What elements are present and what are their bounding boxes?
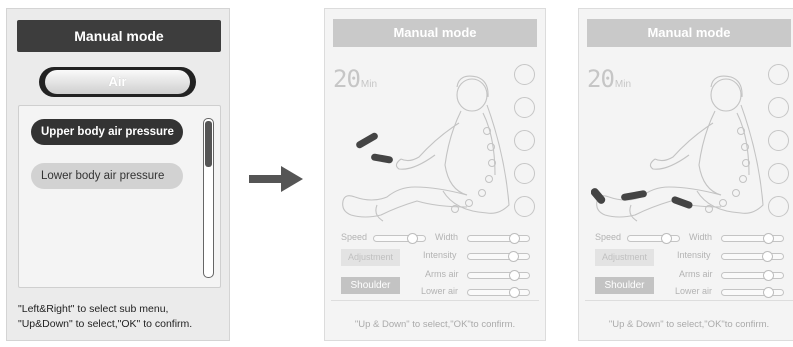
lower-air-slider[interactable]: [467, 287, 530, 298]
menu-panel: Manual mode Air Upper body air pressure …: [6, 8, 230, 341]
speed-slider[interactable]: [373, 233, 426, 244]
active-massage-zone: [671, 196, 693, 209]
arms-air-slider[interactable]: [721, 270, 784, 281]
screen-lower-body: Manual mode 20Min Speed Width Adjustment…: [578, 8, 793, 341]
body-figure-icon: [342, 75, 510, 222]
scrollbar-thumb[interactable]: [205, 121, 212, 167]
lower-air-label: Lower air: [421, 286, 459, 296]
intensity-slider-knob[interactable]: [762, 251, 773, 262]
active-massage-zone: [371, 153, 393, 164]
divider: [585, 300, 793, 301]
category-label: Air: [45, 70, 190, 94]
screen-title: Manual mode: [333, 19, 537, 47]
intensity-label: Intensity: [423, 250, 457, 260]
width-slider[interactable]: [721, 233, 784, 244]
option-lower-body-air[interactable]: Lower body air pressure: [31, 163, 183, 189]
intensity-slider-knob[interactable]: [508, 251, 519, 262]
width-slider-knob[interactable]: [763, 233, 774, 244]
adjustment-button[interactable]: Adjustment: [341, 249, 400, 266]
speed-slider[interactable]: [627, 233, 680, 244]
body-figure-icon: [591, 75, 764, 222]
arms-air-slider[interactable]: [467, 270, 530, 281]
width-slider-knob[interactable]: [509, 233, 520, 244]
instruction-line-2: "Up&Down" to select,"OK" to confirm.: [18, 318, 193, 330]
arms-air-label: Arms air: [679, 269, 713, 279]
intensity-label: Intensity: [677, 250, 711, 260]
instruction-text: "Up & Down" to select,"OK"to confirm.: [354, 319, 516, 330]
submenu-list: Upper body air pressure Lower body air p…: [18, 105, 221, 288]
lower-air-slider-knob[interactable]: [509, 287, 520, 298]
instruction-text: "Up & Down" to select,"OK"to confirm.: [608, 319, 770, 330]
active-massage-zone: [356, 132, 378, 149]
speed-label: Speed: [341, 232, 368, 242]
width-label: Width: [689, 232, 713, 242]
arms-air-slider-knob[interactable]: [763, 270, 774, 281]
lower-air-slider[interactable]: [721, 287, 784, 298]
intensity-slider[interactable]: [721, 251, 784, 262]
adjustment-button[interactable]: Adjustment: [595, 249, 654, 266]
width-label: Width: [435, 232, 459, 242]
shoulder-button[interactable]: Shoulder: [595, 277, 654, 294]
arms-air-label: Arms air: [425, 269, 459, 279]
instruction-line-1: "Left&Right" to select sub menu,: [18, 303, 169, 315]
width-slider[interactable]: [467, 233, 530, 244]
page-title: Manual mode: [17, 20, 221, 52]
category-selector[interactable]: Air: [39, 67, 196, 97]
screen-title: Manual mode: [587, 19, 791, 47]
lower-air-slider-knob[interactable]: [763, 287, 774, 298]
screen-upper-body: Manual mode 20Min Speed Width Adjustment…: [324, 8, 546, 341]
arms-air-slider-knob[interactable]: [509, 270, 520, 281]
option-upper-body-air[interactable]: Upper body air pressure: [31, 119, 183, 145]
divider: [331, 300, 539, 301]
scrollbar[interactable]: [203, 118, 214, 278]
lower-air-label: Lower air: [675, 286, 713, 296]
shoulder-button[interactable]: Shoulder: [341, 277, 400, 294]
speed-label: Speed: [595, 232, 622, 242]
instruction-text: "Left&Right" to select sub menu, "Up&Dow…: [18, 302, 228, 332]
speed-slider-knob[interactable]: [407, 233, 418, 244]
speed-slider-knob[interactable]: [661, 233, 672, 244]
right-arrow-icon: [249, 166, 303, 192]
intensity-slider[interactable]: [467, 251, 530, 262]
